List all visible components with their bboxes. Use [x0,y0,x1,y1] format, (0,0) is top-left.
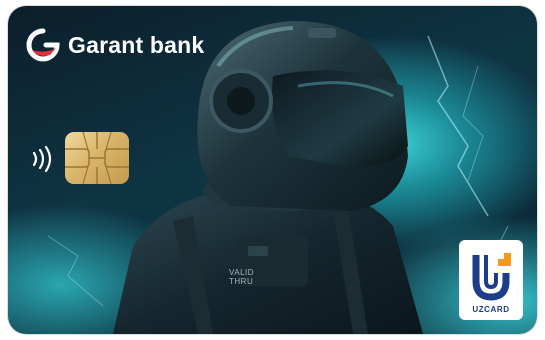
garant-bank-logo-icon [26,28,60,62]
bank-card: Garant bank VALID THRU UZCARD [8,6,537,334]
uzcard-badge: UZCARD [459,240,523,320]
uzcard-logo-icon [472,253,511,301]
network-name: UZCARD [472,305,510,314]
valid-line-2: THRU [229,277,254,286]
contactless-icon [32,145,52,173]
valid-line-1: VALID [229,268,255,277]
bank-name: Garant bank [68,31,205,58]
valid-thru-label: VALID THRU [229,268,254,286]
bank-logo: Garant bank [26,28,204,62]
chip-icon [65,132,129,184]
